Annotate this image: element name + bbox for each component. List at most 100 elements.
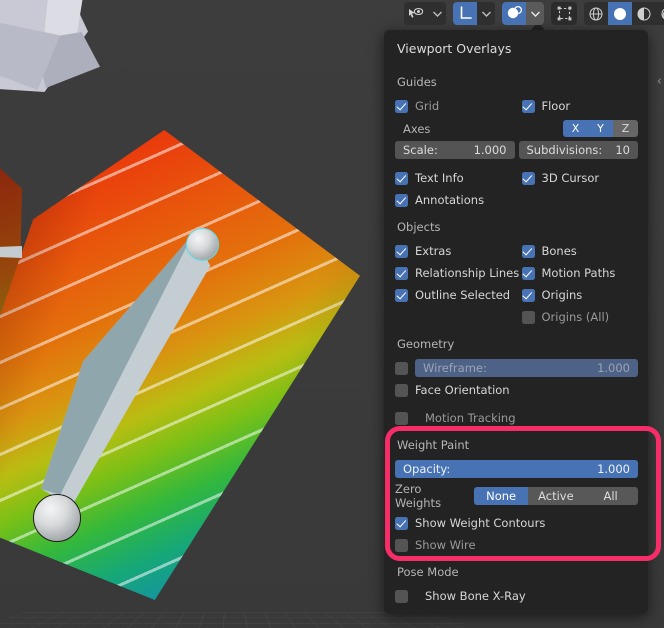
chevron-left-icon[interactable]: ‹ [657, 74, 662, 89]
bones-checkbox[interactable] [521, 244, 535, 258]
section-label-geometry: Geometry [397, 337, 455, 351]
checkbox-bones[interactable]: Bones [517, 244, 639, 258]
checkbox-3d-cursor[interactable]: 3D Cursor [517, 171, 639, 185]
outline-selected-checkbox[interactable] [395, 288, 408, 302]
grid-label: Grid [415, 99, 440, 113]
visibility-dropdown-caret[interactable] [428, 2, 446, 25]
checkbox-extras[interactable]: Extras [395, 244, 517, 258]
show-wire-label: Show Wire [415, 538, 476, 552]
weight-paint-opacity-slider[interactable]: Opacity: 1.000 [395, 460, 638, 478]
bone-head-joint[interactable] [186, 228, 219, 261]
viewport-header-toolbar[interactable] [404, 2, 664, 25]
gizmo-axis-icon[interactable] [453, 2, 477, 25]
checkbox-grid[interactable]: Grid [395, 99, 517, 113]
axes-toggle-group[interactable]: X Y Z [563, 120, 638, 137]
checkbox-origins-all[interactable]: Origins (All) [517, 310, 639, 324]
origins-all-checkbox[interactable] [521, 310, 535, 324]
weight-paint-row-zero-weights: Zero Weights None Active All [384, 480, 648, 512]
grid-subdivisions-value: 10 [615, 143, 630, 157]
bone-child-stub [0, 246, 22, 258]
checkbox-outline-selected[interactable]: Outline Selected [395, 288, 517, 302]
zero-weights-active-button[interactable]: Active [528, 487, 584, 505]
gizmo-dropdown-caret[interactable] [477, 2, 495, 25]
motion-paths-checkbox[interactable] [521, 266, 535, 280]
checkbox-motion-paths[interactable]: Motion Paths [517, 266, 639, 280]
face-orientation-label: Face Orientation [415, 383, 510, 397]
geometry-row-motion-tracking: Motion Tracking [384, 407, 648, 429]
guides-row-textinfo-cursor: Text Info 3D Cursor [384, 167, 648, 189]
relationship-lines-checkbox[interactable] [395, 266, 408, 280]
checkbox-face-orientation[interactable]: Face Orientation [395, 383, 517, 397]
checkbox-origins[interactable]: Origins [517, 288, 639, 302]
weight-paint-row-opacity: Opacity: 1.000 [384, 458, 648, 480]
wireframe-value: 1.000 [597, 361, 630, 375]
armature-bone[interactable] [26, 228, 216, 518]
motion-tracking-checkbox[interactable] [395, 411, 408, 425]
motion-tracking-label: Motion Tracking [425, 411, 516, 425]
objects-row-relationship-motionpaths: Relationship Lines Motion Paths [384, 262, 648, 284]
bone-tail-joint[interactable] [33, 494, 81, 542]
axis-x-button[interactable]: X [563, 120, 588, 137]
bone-selection-outline [41, 233, 211, 507]
face-orientation-checkbox[interactable] [395, 383, 408, 397]
guides-row-axes: Axes X Y Z [384, 117, 648, 140]
checkbox-relationship-lines[interactable]: Relationship Lines [395, 266, 519, 280]
extras-checkbox[interactable] [395, 244, 408, 258]
xray-cube-icon[interactable] [551, 2, 577, 25]
solid-shading-icon[interactable] [608, 2, 632, 25]
show-bone-xray-label: Show Bone X-Ray [425, 589, 526, 603]
visibility-group[interactable] [404, 2, 446, 25]
objects-row-outline-origins: Outline Selected Origins [384, 284, 648, 306]
section-label-guides: Guides [397, 75, 437, 89]
outline-selected-label: Outline Selected [415, 288, 511, 302]
wireframe-checkbox[interactable] [395, 361, 408, 375]
text-info-checkbox[interactable] [395, 171, 408, 185]
axis-z-button[interactable]: Z [613, 120, 638, 137]
viewport-overlays-panel[interactable]: Viewport Overlays ‹ Guides Grid Floor Ax… [384, 30, 662, 614]
opacity-label: Opacity: [403, 462, 451, 476]
axis-y-button[interactable]: Y [588, 120, 613, 137]
origins-all-label: Origins (All) [541, 310, 610, 324]
grid-scale-label: Scale: [403, 143, 438, 157]
grid-scale-field[interactable]: Scale: 1.000 [395, 141, 515, 159]
guides-row-annotations: Annotations [384, 189, 648, 211]
floor-checkbox[interactable] [521, 99, 535, 113]
wireframe-shading-icon[interactable] [584, 2, 608, 25]
grid-subdivisions-label: Subdivisions: [526, 143, 603, 157]
overlays-group[interactable] [502, 2, 544, 25]
eye-arrow-icon[interactable] [404, 2, 428, 25]
pose-mode-row-bone-xray: Show Bone X-Ray [384, 585, 648, 607]
grid-subdivisions-field[interactable]: Subdivisions: 10 [518, 141, 638, 159]
gizmo-group[interactable] [453, 2, 495, 25]
origins-checkbox[interactable] [521, 288, 535, 302]
3d-cursor-label: 3D Cursor [541, 171, 600, 185]
checkbox-floor[interactable]: Floor [517, 99, 639, 113]
rendered-shading-icon[interactable] [656, 2, 664, 25]
geometry-row-wireframe: Wireframe: 1.000 [384, 357, 648, 379]
checkbox-show-bone-xray[interactable]: Show Bone X-Ray [395, 589, 638, 603]
overlays-sphere-icon[interactable] [502, 2, 526, 25]
wireframe-slider[interactable]: Wireframe: 1.000 [415, 359, 638, 377]
show-bone-xray-checkbox[interactable] [395, 589, 408, 603]
3d-cursor-checkbox[interactable] [521, 171, 535, 185]
show-wire-checkbox[interactable] [395, 538, 408, 552]
floor-grid [0, 612, 580, 628]
show-weight-contours-checkbox[interactable] [395, 516, 408, 530]
zero-weights-segmented-control[interactable]: None Active All [473, 487, 638, 505]
material-preview-shading-icon[interactable] [632, 2, 656, 25]
grid-checkbox[interactable] [395, 99, 408, 113]
checkbox-show-weight-contours[interactable]: Show Weight Contours [395, 516, 638, 530]
motion-paths-label: Motion Paths [541, 266, 616, 280]
overlays-dropdown-caret[interactable] [526, 2, 544, 25]
axes-label: Axes [403, 121, 431, 136]
objects-row-origins-all: Origins (All) [384, 306, 648, 328]
zero-weights-none-button[interactable]: None [473, 487, 529, 505]
checkbox-annotations[interactable]: Annotations [395, 193, 517, 207]
zero-weights-all-button[interactable]: All [583, 487, 638, 505]
checkbox-show-wire[interactable]: Show Wire [395, 538, 638, 552]
annotations-checkbox[interactable] [395, 193, 408, 207]
shading-modes-group[interactable] [584, 2, 664, 25]
checkbox-motion-tracking[interactable]: Motion Tracking [395, 411, 517, 425]
weight-paint-row-show-wire: Show Wire [384, 534, 648, 556]
checkbox-text-info[interactable]: Text Info [395, 171, 517, 185]
